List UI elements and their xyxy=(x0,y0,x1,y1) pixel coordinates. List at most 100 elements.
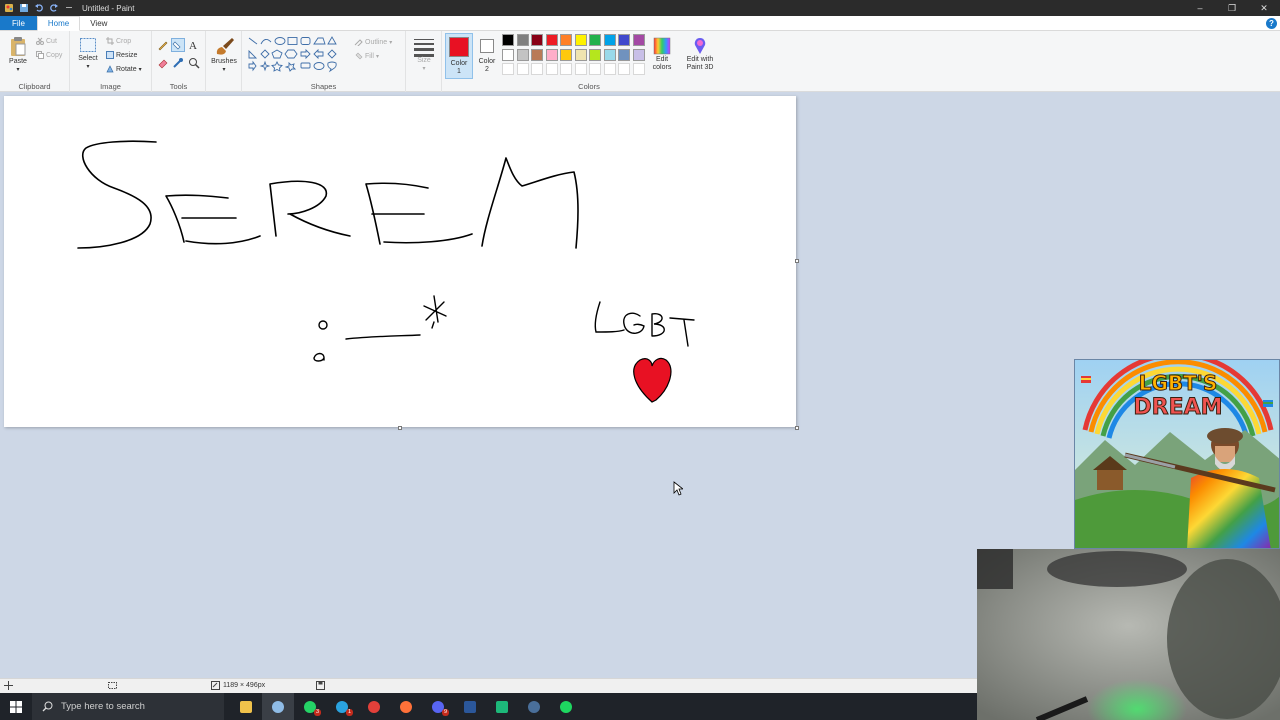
paint-app-icon[interactable] xyxy=(4,3,14,13)
size-label: Size xyxy=(417,57,431,64)
taskbar-steam-icon[interactable] xyxy=(518,693,550,720)
restore-button[interactable]: ❐ xyxy=(1216,0,1248,16)
fill-dropdown[interactable]: Fill ▾ xyxy=(354,52,379,60)
customize-icon[interactable] xyxy=(64,3,74,13)
color2-button[interactable]: Color 2 xyxy=(474,33,500,79)
line-size-icon xyxy=(414,39,434,57)
magnifier-icon[interactable] xyxy=(188,57,200,69)
palette-swatch[interactable] xyxy=(531,48,543,61)
copy-button[interactable]: Copy xyxy=(36,51,62,59)
help-icon[interactable]: ? xyxy=(1266,18,1277,29)
palette-swatch[interactable] xyxy=(502,48,514,61)
palette-swatch[interactable] xyxy=(560,34,572,46)
pencil-icon[interactable] xyxy=(157,39,169,51)
clipboard-group-label: Clipboard xyxy=(18,82,51,91)
edit-colors-button[interactable]: Edit colors xyxy=(648,36,676,72)
palette-empty-slot[interactable] xyxy=(545,63,558,75)
taskbar-paint-icon[interactable] xyxy=(262,693,294,720)
minimize-button[interactable]: – xyxy=(1184,0,1216,16)
palette-swatch[interactable] xyxy=(589,48,601,61)
taskbar-telegram-icon[interactable]: 1 xyxy=(326,693,358,720)
taskbar-spotify-icon[interactable] xyxy=(550,693,582,720)
redo-icon[interactable] xyxy=(49,3,59,13)
paste-button[interactable]: Paste ▾ xyxy=(5,36,31,74)
palette-swatch[interactable] xyxy=(574,34,587,46)
cut-button[interactable]: Cut xyxy=(36,37,57,45)
palette-empty-slot[interactable] xyxy=(574,63,587,75)
taskbar-app-green-icon[interactable] xyxy=(486,693,518,720)
letter-l-stroke xyxy=(594,301,625,333)
palette-swatch[interactable] xyxy=(545,34,558,46)
tab-view[interactable]: View xyxy=(80,16,117,30)
palette-swatch[interactable] xyxy=(560,48,572,61)
crop-button[interactable]: Crop xyxy=(106,37,131,45)
save-icon[interactable] xyxy=(19,3,29,13)
palette-swatch[interactable] xyxy=(545,48,558,61)
palette-empty-slot[interactable] xyxy=(502,63,514,75)
palette-swatch[interactable] xyxy=(632,34,645,46)
palette-swatch[interactable] xyxy=(603,34,616,46)
canvas-size-icon xyxy=(211,681,220,690)
palette-swatch[interactable] xyxy=(516,34,529,46)
brushes-group: Brushes ▾ xyxy=(206,31,242,92)
close-button[interactable]: ✕ xyxy=(1248,0,1280,16)
palette-empty-slot[interactable] xyxy=(618,63,630,75)
undo-icon[interactable] xyxy=(34,3,44,13)
palette-swatch[interactable] xyxy=(618,34,630,46)
file-explorer-glyph xyxy=(240,700,252,713)
outline-dropdown[interactable]: Outline ▾ xyxy=(354,38,392,46)
color1-swatch xyxy=(449,37,469,57)
color-picker-icon[interactable] xyxy=(172,57,184,69)
tab-file[interactable]: File xyxy=(0,16,37,30)
asterisk-stroke xyxy=(423,295,447,329)
palette-empty-slot[interactable] xyxy=(603,63,616,75)
palette-swatch[interactable] xyxy=(618,48,630,61)
text-tool-icon[interactable]: A xyxy=(188,39,200,51)
palette-empty-slot[interactable] xyxy=(531,63,543,75)
taskbar-word-icon[interactable] xyxy=(454,693,486,720)
rotate-button[interactable]: Rotate ▾ xyxy=(106,65,142,73)
brushes-button[interactable]: Brushes ▾ xyxy=(209,36,239,74)
palette-swatch[interactable] xyxy=(531,34,543,46)
palette-empty-slot[interactable] xyxy=(560,63,572,75)
fill-bucket-icon[interactable] xyxy=(171,38,185,52)
taskbar-firefox-icon[interactable] xyxy=(390,693,422,720)
tab-home[interactable]: Home xyxy=(36,16,81,31)
resize-handle-right[interactable] xyxy=(795,259,799,263)
palette-empty-slot[interactable] xyxy=(589,63,601,75)
resize-button[interactable]: Resize xyxy=(106,51,137,59)
select-label: Select xyxy=(78,55,98,62)
webcam-overlay xyxy=(977,549,1280,720)
eraser-icon[interactable] xyxy=(157,57,169,69)
app-green-glyph xyxy=(496,700,508,713)
taskbar-whatsapp-icon[interactable]: 3 xyxy=(294,693,326,720)
taskbar-file-explorer-icon[interactable] xyxy=(230,693,262,720)
firefox-glyph xyxy=(400,700,412,713)
taskbar-chrome-icon[interactable] xyxy=(358,693,390,720)
color1-button[interactable]: Color 1 xyxy=(445,33,473,79)
letter-g-stroke xyxy=(623,312,645,334)
start-button[interactable] xyxy=(0,693,32,720)
letter-t-stroke xyxy=(669,317,695,347)
disk-icon xyxy=(316,681,325,690)
taskbar-search[interactable]: Type here to search xyxy=(32,693,224,720)
resize-handle-corner[interactable] xyxy=(795,426,799,430)
resize-handle-bottom[interactable] xyxy=(398,426,402,430)
palette-swatch[interactable] xyxy=(632,48,645,61)
select-button[interactable]: Select ▾ xyxy=(76,37,100,71)
drawing-canvas[interactable] xyxy=(4,96,796,427)
taskbar-discord-icon[interactable]: 9 xyxy=(422,693,454,720)
palette-swatch[interactable] xyxy=(603,48,616,61)
palette-swatch[interactable] xyxy=(502,34,514,46)
palette-swatch[interactable] xyxy=(516,48,529,61)
size-button[interactable]: Size ▾ xyxy=(411,37,437,73)
palette-empty-slot[interactable] xyxy=(516,63,529,75)
palette-empty-slot[interactable] xyxy=(632,63,645,75)
title-bar: Untitled - Paint – ❐ ✕ xyxy=(0,0,1280,16)
small-circle-mark xyxy=(318,320,328,330)
shapes-gallery[interactable] xyxy=(247,36,347,76)
palette-swatch[interactable] xyxy=(574,48,587,61)
edit-with-paint3d-button[interactable]: Edit with Paint 3D xyxy=(682,36,718,72)
chrome-glyph xyxy=(368,700,380,713)
palette-swatch[interactable] xyxy=(589,34,601,46)
